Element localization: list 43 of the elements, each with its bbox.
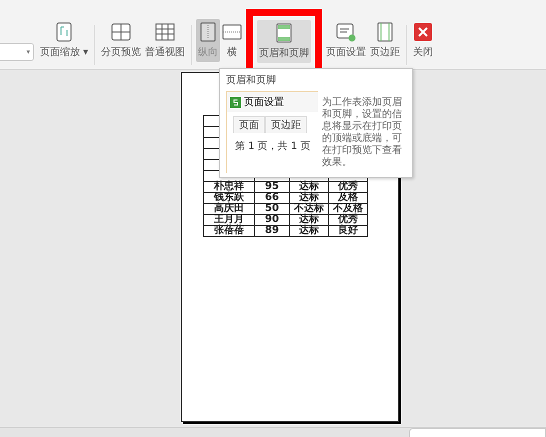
page-icon (55, 22, 74, 42)
toolbar-button[interactable]: 页眉和页脚 (257, 20, 312, 63)
horizontal-scrollbar[interactable] (409, 428, 546, 437)
tooltip-title: 页眉和页脚 (226, 74, 277, 87)
table-cell: 王月月 (204, 214, 254, 226)
app-icon (230, 96, 241, 108)
table-cell: 优秀 (328, 182, 368, 192)
portrait-page-icon (199, 22, 218, 42)
table-cell: 达标 (290, 192, 328, 204)
table-cell: 50 (254, 204, 290, 214)
page-setup-icon (336, 22, 356, 42)
table-cell: 朴忠祥 (204, 182, 254, 192)
close-icon (413, 22, 434, 42)
landscape-page-icon (222, 22, 242, 42)
margins-icon (376, 22, 394, 42)
toolbar-button[interactable]: 页边距 (368, 19, 402, 62)
dialog-title: 页面设置 (244, 96, 284, 109)
table-cell: 张蓓蓓 (204, 226, 254, 236)
table-cell: 高庆田 (204, 204, 254, 214)
table-cell: 优秀 (328, 214, 368, 226)
table-cell: 达标 (290, 214, 328, 226)
table-cell: 达标 (290, 182, 328, 192)
table-cell: 及格 (328, 192, 368, 204)
table-cell: 89 (254, 226, 290, 236)
toolbar-button[interactable]: 页面设置 (324, 19, 368, 62)
tooltip-description: 为工作表添加页眉和页脚，设置的信息将显示在打印页的顶端或底端，可在打印预览下查看效果。 (322, 97, 403, 170)
table-cell: 不及格 (328, 204, 368, 214)
table-cell: 达标 (290, 226, 328, 236)
toolbar-button[interactable]: 关闭 (411, 19, 436, 62)
split-view-icon (111, 22, 132, 42)
toolbar-button[interactable]: 页面缩放 ▾ (38, 19, 90, 62)
toolbar-button[interactable]: 分页预览 (99, 19, 144, 62)
header-footer-icon (275, 23, 294, 43)
table-cell: 90 (254, 214, 290, 226)
table-cell: 95 (254, 182, 290, 192)
toolbar-button[interactable]: 普通视图 (143, 19, 188, 62)
table-cell: 良好 (328, 226, 368, 236)
table-cell: 钱东跃 (204, 192, 254, 204)
table-cell: 不达标 (290, 204, 328, 214)
toolbar-button[interactable]: 横 (220, 19, 244, 62)
footer-sample-text: 第 1 页，共 1 页 (235, 140, 312, 153)
grid-icon (155, 22, 176, 42)
table-cell: 66 (254, 192, 290, 204)
